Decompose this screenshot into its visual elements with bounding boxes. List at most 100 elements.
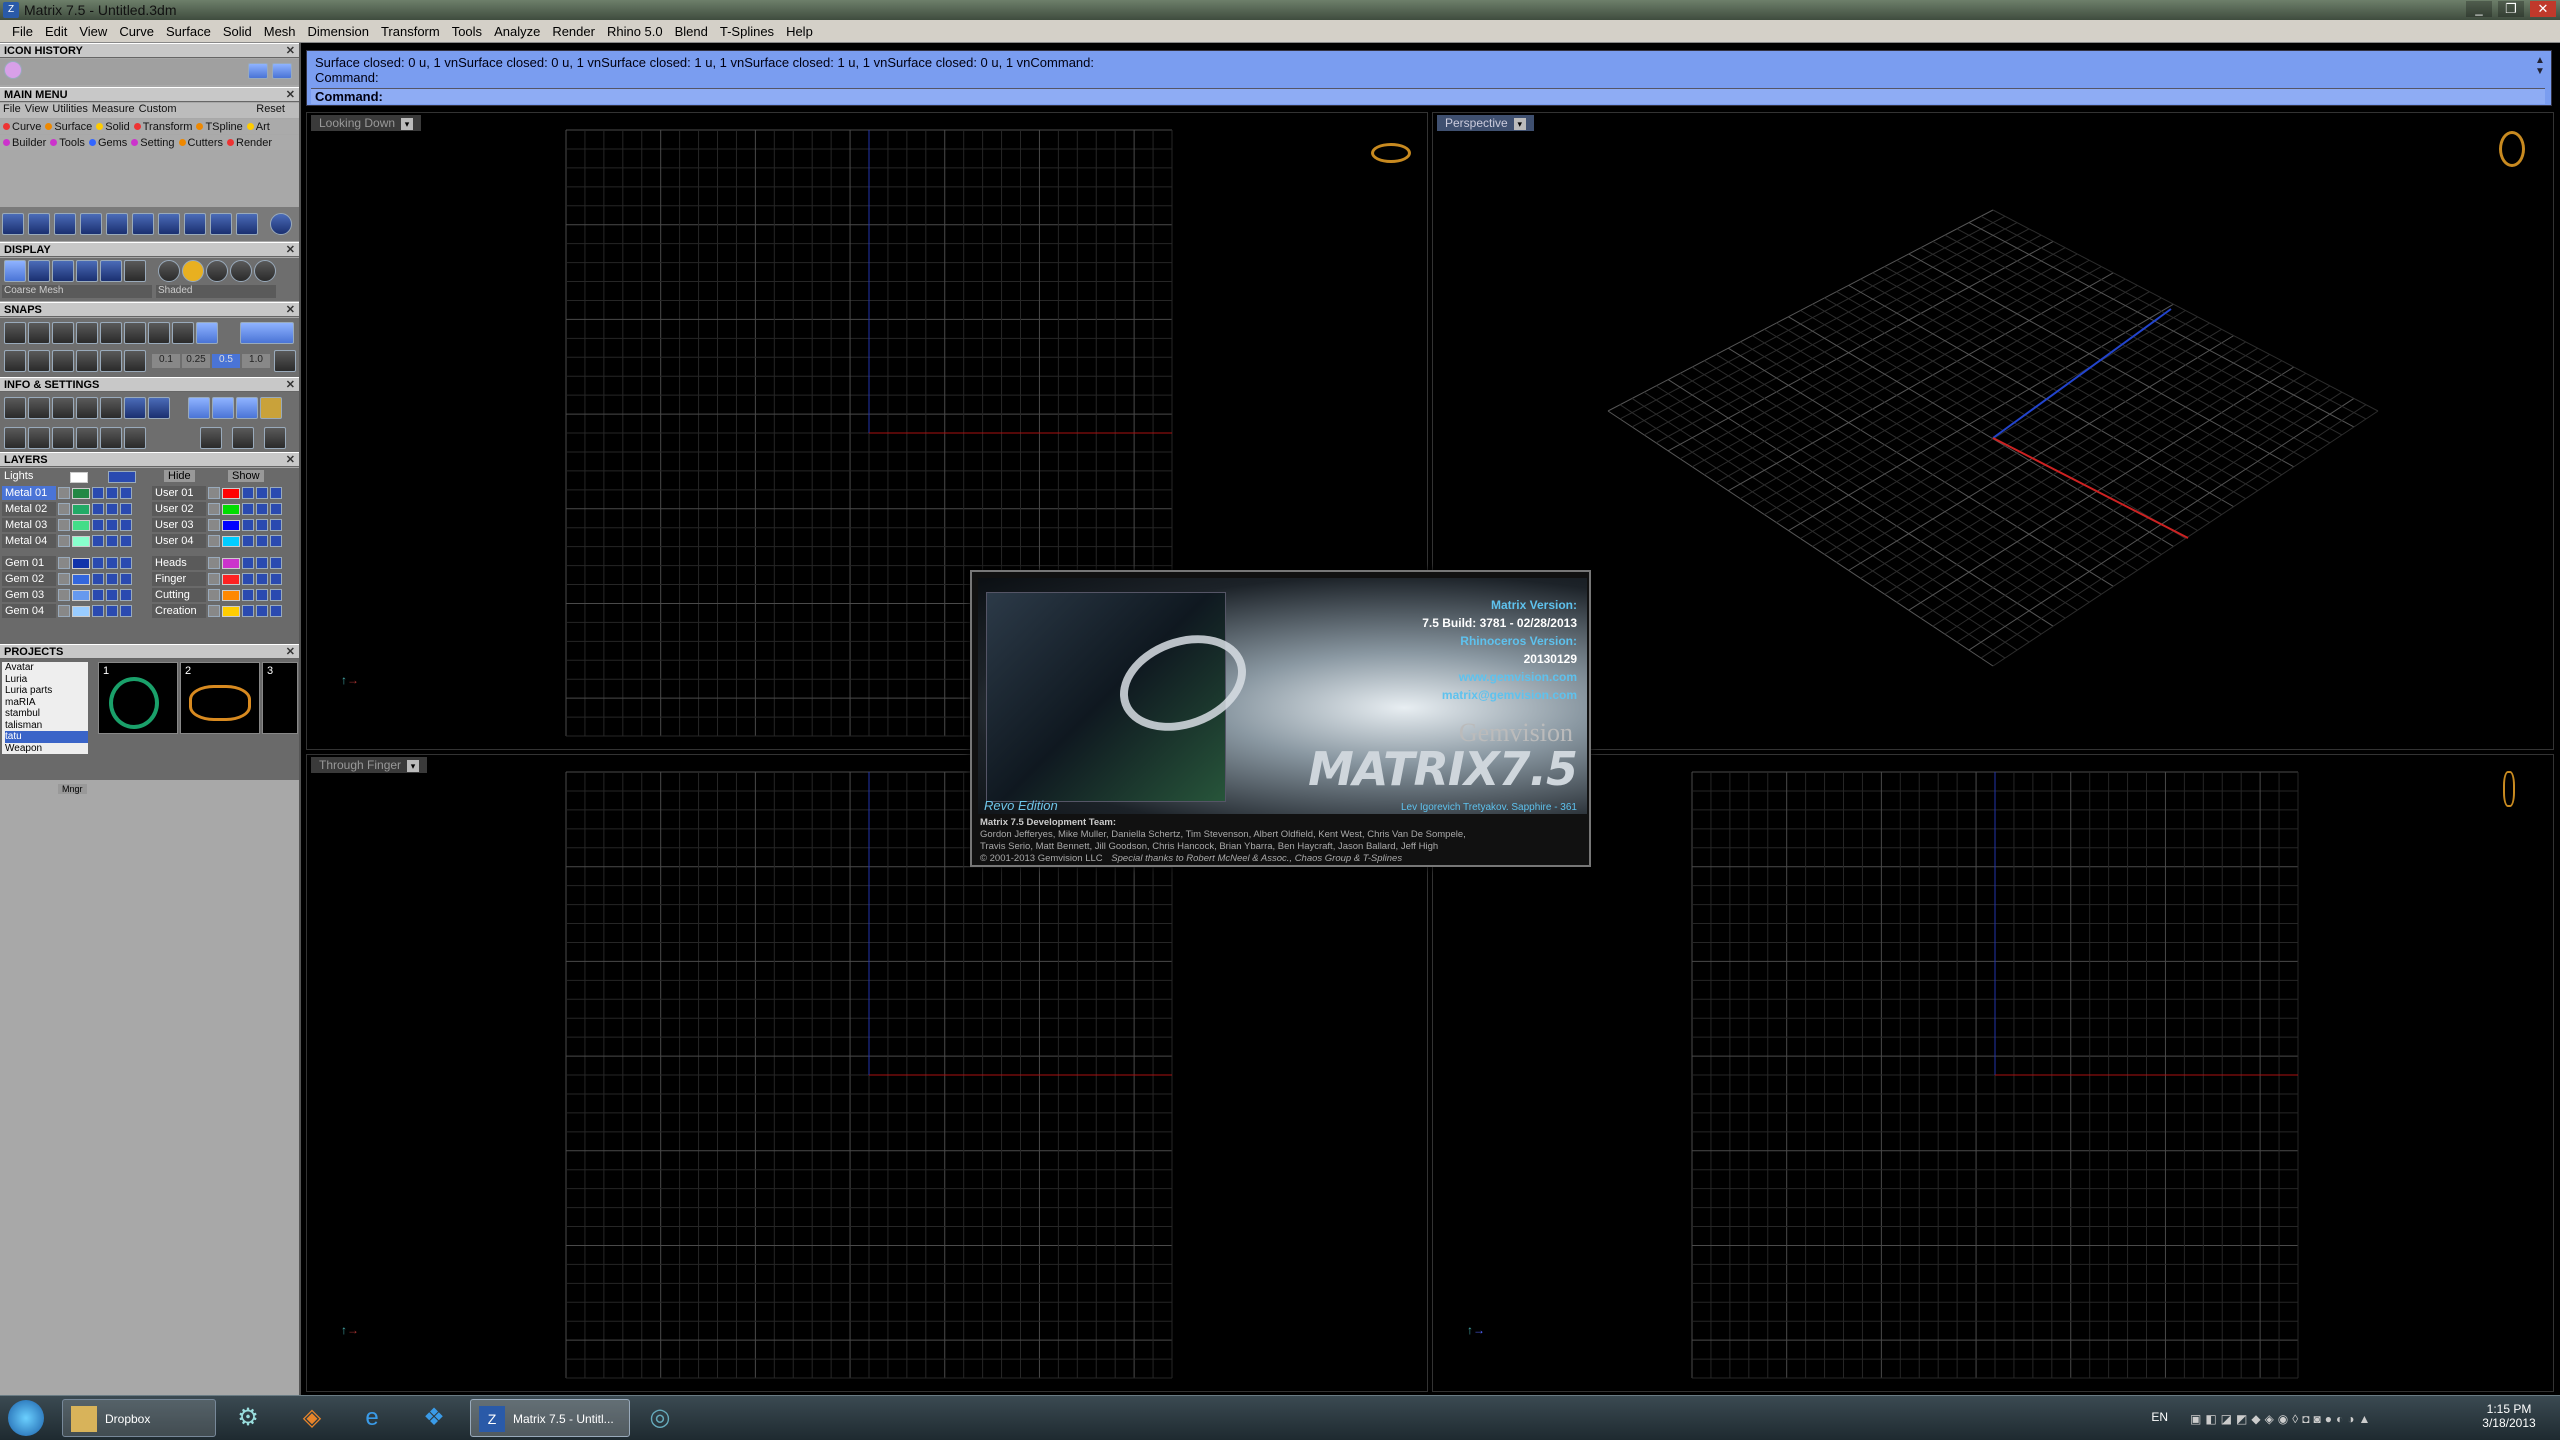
- internet-explorer-icon[interactable]: e: [356, 1402, 388, 1434]
- layer-toggle-icon[interactable]: [242, 573, 254, 585]
- app-circle-icon[interactable]: ◎: [644, 1402, 676, 1434]
- start-orb-icon[interactable]: [8, 1400, 44, 1436]
- layer-name[interactable]: User 02: [152, 502, 206, 516]
- layer-name[interactable]: User 03: [152, 518, 206, 532]
- display-mode-select[interactable]: Shaded: [156, 285, 276, 298]
- close-icon[interactable]: ✕: [286, 378, 295, 393]
- layer-toggle-icon[interactable]: [242, 535, 254, 547]
- layer-color-swatch[interactable]: [222, 520, 240, 531]
- clock[interactable]: 1:15 PM 3/18/2013: [2474, 1402, 2544, 1430]
- layer-toggle-icon[interactable]: [270, 557, 282, 569]
- category-render[interactable]: Render: [227, 135, 272, 150]
- tool-curve-icon[interactable]: [2, 213, 24, 235]
- snap-value-025[interactable]: 0.25: [182, 354, 210, 368]
- layer-toggle-icon[interactable]: [106, 557, 118, 569]
- snap-cen-icon[interactable]: [100, 322, 122, 344]
- category-cutters[interactable]: Cutters: [178, 135, 223, 150]
- layer-toggle-icon[interactable]: [256, 519, 268, 531]
- layer-toggle-icon[interactable]: [256, 503, 268, 515]
- category-builder[interactable]: Builder: [3, 135, 46, 150]
- close-icon[interactable]: ✕: [286, 645, 295, 660]
- category-tspline[interactable]: TSpline: [196, 119, 243, 134]
- settings-gear-icon[interactable]: [4, 397, 26, 419]
- layer-row[interactable]: Gem 04: [2, 604, 142, 618]
- tool-mirror-icon[interactable]: [158, 213, 180, 235]
- layer-color-swatch[interactable]: [222, 590, 240, 601]
- display-ghosted-icon[interactable]: [28, 260, 50, 282]
- info-layer-icon[interactable]: [28, 427, 50, 449]
- email-link[interactable]: matrix@gemvision.com: [1422, 686, 1577, 704]
- material-gold-icon[interactable]: [182, 260, 204, 282]
- info-axis3-icon[interactable]: [264, 427, 286, 449]
- tool-group-icon[interactable]: [236, 213, 258, 235]
- info-axis2-icon[interactable]: [232, 427, 254, 449]
- reset-button[interactable]: Reset: [256, 103, 299, 118]
- layer-toggle-icon[interactable]: [106, 535, 118, 547]
- viewport-perspective[interactable]: Perspective ▾: [1432, 112, 2554, 750]
- layer-toggle-icon[interactable]: [92, 519, 104, 531]
- display-grid-icon[interactable]: [124, 260, 146, 282]
- layer-toggle-icon[interactable]: [242, 557, 254, 569]
- layer-color-swatch[interactable]: [222, 504, 240, 515]
- snap-ortho-icon[interactable]: [240, 322, 294, 344]
- main-menu-header[interactable]: MAIN MENU ✕: [0, 87, 299, 102]
- info-folder-icon[interactable]: [76, 397, 98, 419]
- layer-toggle-icon[interactable]: [270, 589, 282, 601]
- project-item[interactable]: Avatar: [5, 662, 88, 674]
- info-save-icon[interactable]: [100, 397, 122, 419]
- layer-toggle-icon[interactable]: [256, 589, 268, 601]
- tool-align-icon[interactable]: [210, 213, 232, 235]
- layer-row[interactable]: User 01: [152, 486, 292, 500]
- menu-transform[interactable]: Transform: [375, 24, 446, 39]
- layer-row[interactable]: Finger: [152, 572, 292, 586]
- tool-split-icon[interactable]: [80, 213, 102, 235]
- layer-name[interactable]: Gem 04: [2, 604, 56, 618]
- close-icon[interactable]: ✕: [286, 243, 295, 258]
- info-car-icon[interactable]: [52, 397, 74, 419]
- windows-explorer-icon[interactable]: ⚙: [232, 1402, 264, 1434]
- material-gem-icon[interactable]: [230, 260, 252, 282]
- about-splash-dialog[interactable]: Matrix Version: 7.5 Build: 3781 - 02/28/…: [970, 570, 1591, 867]
- layer-toggle-icon[interactable]: [92, 605, 104, 617]
- layer-expand-icon[interactable]: [208, 519, 220, 531]
- layer-toggle-icon[interactable]: [120, 535, 132, 547]
- layer-expand-icon[interactable]: [58, 535, 70, 547]
- info-settings-header[interactable]: INFO & SETTINGS ✕: [0, 377, 299, 392]
- layer-toggle-icon[interactable]: [270, 573, 282, 585]
- layer-expand-icon[interactable]: [58, 605, 70, 617]
- menu-render[interactable]: Render: [546, 24, 601, 39]
- snap-project-icon[interactable]: [100, 350, 122, 372]
- layer-toggle-icon[interactable]: [120, 487, 132, 499]
- tool-scale-icon[interactable]: [132, 213, 154, 235]
- window-title-bar[interactable]: Z Matrix 7.5 - Untitled.3dm _ ❐ ✕: [0, 0, 2560, 20]
- project-item[interactable]: Luria parts: [5, 685, 88, 697]
- mesh-quality-select[interactable]: Coarse Mesh: [2, 285, 152, 298]
- info-filter-icon[interactable]: [100, 427, 122, 449]
- snap-mid-icon[interactable]: [76, 322, 98, 344]
- layer-toggle-icon[interactable]: [270, 503, 282, 515]
- layer-toggle-icon[interactable]: [120, 557, 132, 569]
- info-transform-icon[interactable]: [124, 427, 146, 449]
- tool-arc-icon[interactable]: [28, 213, 50, 235]
- close-icon[interactable]: ✕: [286, 44, 295, 59]
- layer-color-swatch[interactable]: [72, 606, 90, 617]
- close-button[interactable]: ✕: [2530, 1, 2556, 17]
- project-manager-button[interactable]: Mngr: [58, 784, 87, 794]
- project-item[interactable]: stambul: [5, 708, 88, 720]
- layer-name[interactable]: Finger: [152, 572, 206, 586]
- layer-row[interactable]: Heads: [152, 556, 292, 570]
- minimize-button[interactable]: _: [2466, 1, 2492, 17]
- maximize-button[interactable]: ❐: [2498, 1, 2524, 17]
- layer-row[interactable]: Metal 01: [2, 486, 142, 500]
- layer-toggle-icon[interactable]: [92, 557, 104, 569]
- snap-grid-icon[interactable]: [4, 350, 26, 372]
- layer-toggle-icon[interactable]: [120, 589, 132, 601]
- layer-toggle-icon[interactable]: [270, 605, 282, 617]
- category-gems[interactable]: Gems: [88, 135, 127, 150]
- layer-row[interactable]: Cutting: [152, 588, 292, 602]
- layers-header[interactable]: LAYERS ✕: [0, 452, 299, 467]
- layer-color-swatch[interactable]: [222, 606, 240, 617]
- layer-toggle-icon[interactable]: [92, 589, 104, 601]
- info-view1-icon[interactable]: [188, 397, 210, 419]
- menu-tsplines[interactable]: T-Splines: [714, 24, 780, 39]
